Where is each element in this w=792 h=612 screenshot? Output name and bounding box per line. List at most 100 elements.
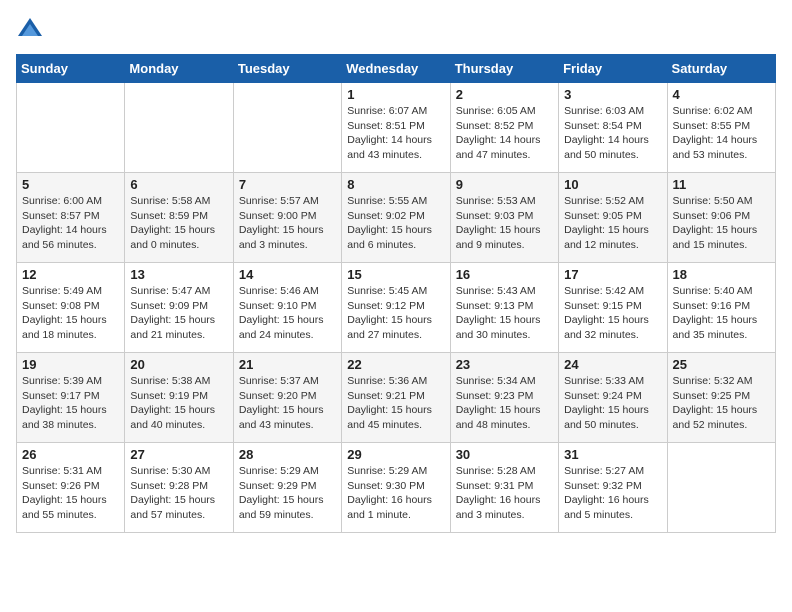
calendar-cell: 2Sunrise: 6:05 AMSunset: 8:52 PMDaylight… [450, 83, 558, 173]
day-info: Sunrise: 5:52 AMSunset: 9:05 PMDaylight:… [564, 194, 661, 253]
calendar-cell: 16Sunrise: 5:43 AMSunset: 9:13 PMDayligh… [450, 263, 558, 353]
calendar-cell: 3 Sunrise: 6:03 AMSunset: 8:54 PMDaylight… [559, 83, 667, 173]
day-number: 21 [239, 357, 336, 372]
day-number: 2 [456, 87, 553, 102]
calendar-cell: 7Sunrise: 5:57 AMSunset: 9:00 PMDaylight… [233, 173, 341, 263]
day-info: Sunrise: 5:42 AMSunset: 9:15 PMDaylight:… [564, 284, 661, 343]
calendar-row-3: 19 Sunrise: 5:39 AMSunset: 9:17 PMDayligh… [17, 353, 776, 443]
day-number: 18 [673, 267, 770, 282]
day-info: Sunrise: 6:02 AMSunset: 8:55 PMDaylight:… [673, 104, 770, 163]
calendar-cell: 14Sunrise: 5:46 AMSunset: 9:10 PMDayligh… [233, 263, 341, 353]
day-number: 15 [347, 267, 444, 282]
calendar-cell [233, 83, 341, 173]
day-info: Sunrise: 5:36 AMSunset: 9:21 PMDaylight:… [347, 374, 444, 433]
calendar-cell: 25Sunrise: 5:32 AMSunset: 9:25 PMDayligh… [667, 353, 775, 443]
day-info: Sunrise: 5:39 AMSunset: 9:17 PMDaylight:… [22, 374, 119, 433]
day-info: Sunrise: 5:38 AMSunset: 9:19 PMDaylight:… [130, 374, 227, 433]
calendar-cell: 28Sunrise: 5:29 AMSunset: 9:29 PMDayligh… [233, 443, 341, 533]
calendar-cell: 21 Sunrise: 5:37 AMSunset: 9:20 PMDayligh… [233, 353, 341, 443]
calendar-cell: 5 Sunrise: 6:00 AMSunset: 8:57 PMDaylight… [17, 173, 125, 263]
weekday-header-saturday: Saturday [667, 55, 775, 83]
weekday-header-wednesday: Wednesday [342, 55, 450, 83]
calendar-cell: 13 Sunrise: 5:47 AMSunset: 9:09 PMDayligh… [125, 263, 233, 353]
calendar-row-0: 1Sunrise: 6:07 AMSunset: 8:51 PMDaylight… [17, 83, 776, 173]
weekday-header-tuesday: Tuesday [233, 55, 341, 83]
day-number: 8 [347, 177, 444, 192]
day-number: 3 [564, 87, 661, 102]
day-info: Sunrise: 5:29 AMSunset: 9:30 PMDaylight:… [347, 464, 444, 523]
day-info: Sunrise: 5:37 AMSunset: 9:20 PMDaylight:… [239, 374, 336, 433]
calendar-cell: 22 Sunrise: 5:36 AMSunset: 9:21 PMDayligh… [342, 353, 450, 443]
weekday-header-monday: Monday [125, 55, 233, 83]
weekday-header-row: SundayMondayTuesdayWednesdayThursdayFrid… [17, 55, 776, 83]
calendar-cell: 20 Sunrise: 5:38 AMSunset: 9:19 PMDayligh… [125, 353, 233, 443]
weekday-header-sunday: Sunday [17, 55, 125, 83]
calendar-cell: 11Sunrise: 5:50 AMSunset: 9:06 PMDayligh… [667, 173, 775, 263]
weekday-header-friday: Friday [559, 55, 667, 83]
calendar-cell: 1Sunrise: 6:07 AMSunset: 8:51 PMDaylight… [342, 83, 450, 173]
day-number: 16 [456, 267, 553, 282]
day-number: 13 [130, 267, 227, 282]
calendar-cell [17, 83, 125, 173]
calendar-cell: 9 Sunrise: 5:53 AMSunset: 9:03 PMDaylight… [450, 173, 558, 263]
day-number: 19 [22, 357, 119, 372]
day-info: Sunrise: 6:03 AMSunset: 8:54 PMDaylight:… [564, 104, 661, 163]
day-info: Sunrise: 5:33 AMSunset: 9:24 PMDaylight:… [564, 374, 661, 433]
day-number: 26 [22, 447, 119, 462]
calendar-cell: 4 Sunrise: 6:02 AMSunset: 8:55 PMDaylight… [667, 83, 775, 173]
day-info: Sunrise: 5:47 AMSunset: 9:09 PMDaylight:… [130, 284, 227, 343]
day-number: 27 [130, 447, 227, 462]
day-number: 6 [130, 177, 227, 192]
calendar-cell: 31 Sunrise: 5:27 AMSunset: 9:32 PMDayligh… [559, 443, 667, 533]
day-number: 24 [564, 357, 661, 372]
day-info: Sunrise: 5:53 AMSunset: 9:03 PMDaylight:… [456, 194, 553, 253]
day-number: 1 [347, 87, 444, 102]
day-info: Sunrise: 5:32 AMSunset: 9:25 PMDaylight:… [673, 374, 770, 433]
calendar-row-2: 12 Sunrise: 5:49 AMSunset: 9:08 PMDayligh… [17, 263, 776, 353]
day-number: 9 [456, 177, 553, 192]
calendar-cell: 17 Sunrise: 5:42 AMSunset: 9:15 PMDayligh… [559, 263, 667, 353]
logo [16, 16, 48, 44]
day-number: 31 [564, 447, 661, 462]
day-number: 4 [673, 87, 770, 102]
day-info: Sunrise: 5:45 AMSunset: 9:12 PMDaylight:… [347, 284, 444, 343]
day-info: Sunrise: 5:27 AMSunset: 9:32 PMDaylight:… [564, 464, 661, 523]
day-info: Sunrise: 5:57 AMSunset: 9:00 PMDaylight:… [239, 194, 336, 253]
page-header [16, 16, 776, 44]
day-number: 28 [239, 447, 336, 462]
day-number: 10 [564, 177, 661, 192]
calendar-cell: 12 Sunrise: 5:49 AMSunset: 9:08 PMDayligh… [17, 263, 125, 353]
calendar-cell: 19 Sunrise: 5:39 AMSunset: 9:17 PMDayligh… [17, 353, 125, 443]
day-number: 12 [22, 267, 119, 282]
calendar-cell: 8 Sunrise: 5:55 AMSunset: 9:02 PMDaylight… [342, 173, 450, 263]
calendar-row-1: 5 Sunrise: 6:00 AMSunset: 8:57 PMDaylight… [17, 173, 776, 263]
calendar-row-4: 26 Sunrise: 5:31 AMSunset: 9:26 PMDayligh… [17, 443, 776, 533]
day-info: Sunrise: 5:28 AMSunset: 9:31 PMDaylight:… [456, 464, 553, 523]
day-info: Sunrise: 5:58 AMSunset: 8:59 PMDaylight:… [130, 194, 227, 253]
day-number: 30 [456, 447, 553, 462]
weekday-header-thursday: Thursday [450, 55, 558, 83]
calendar-cell [125, 83, 233, 173]
day-info: Sunrise: 5:49 AMSunset: 9:08 PMDaylight:… [22, 284, 119, 343]
calendar-cell: 29 Sunrise: 5:29 AMSunset: 9:30 PMDayligh… [342, 443, 450, 533]
day-number: 29 [347, 447, 444, 462]
calendar-cell: 23 Sunrise: 5:34 AMSunset: 9:23 PMDayligh… [450, 353, 558, 443]
calendar-cell: 26 Sunrise: 5:31 AMSunset: 9:26 PMDayligh… [17, 443, 125, 533]
day-info: Sunrise: 5:55 AMSunset: 9:02 PMDaylight:… [347, 194, 444, 253]
calendar-cell: 15 Sunrise: 5:45 AMSunset: 9:12 PMDayligh… [342, 263, 450, 353]
day-info: Sunrise: 5:40 AMSunset: 9:16 PMDaylight:… [673, 284, 770, 343]
day-number: 17 [564, 267, 661, 282]
day-number: 20 [130, 357, 227, 372]
calendar-cell: 18 Sunrise: 5:40 AMSunset: 9:16 PMDayligh… [667, 263, 775, 353]
calendar-cell: 6 Sunrise: 5:58 AMSunset: 8:59 PMDaylight… [125, 173, 233, 263]
day-info: Sunrise: 5:46 AMSunset: 9:10 PMDaylight:… [239, 284, 336, 343]
calendar-cell: 10 Sunrise: 5:52 AMSunset: 9:05 PMDayligh… [559, 173, 667, 263]
day-number: 5 [22, 177, 119, 192]
day-number: 23 [456, 357, 553, 372]
calendar-cell [667, 443, 775, 533]
day-number: 22 [347, 357, 444, 372]
day-info: Sunrise: 5:31 AMSunset: 9:26 PMDaylight:… [22, 464, 119, 523]
logo-icon [16, 16, 44, 44]
day-info: Sunrise: 5:34 AMSunset: 9:23 PMDaylight:… [456, 374, 553, 433]
day-info: Sunrise: 6:00 AMSunset: 8:57 PMDaylight:… [22, 194, 119, 253]
